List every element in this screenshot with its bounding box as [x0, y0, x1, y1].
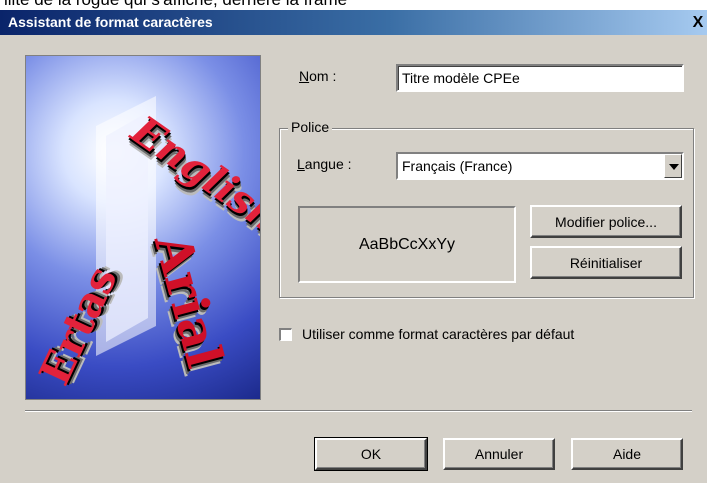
- ok-label: OK: [360, 446, 382, 462]
- dialog-body: English Arial Ertas Nom : Police Langue …: [0, 35, 707, 483]
- name-label-rest: om :: [309, 68, 337, 84]
- default-format-checkbox[interactable]: [279, 328, 292, 341]
- cancel-button[interactable]: Annuler: [443, 438, 555, 470]
- background-window-text: ilite de la rogue qui s'affiche, derrièr…: [0, 0, 707, 10]
- font-groupbox-label: Police: [288, 119, 333, 135]
- chevron-down-icon[interactable]: [664, 154, 682, 178]
- dialog-separator: [25, 410, 692, 412]
- cancel-label: Annuler: [474, 446, 524, 462]
- font-preview-text: AaBbCcXxYy: [358, 235, 456, 253]
- ok-button[interactable]: OK: [314, 437, 428, 471]
- fonts-illustration: English Arial Ertas: [25, 55, 261, 400]
- default-format-label[interactable]: Utiliser comme format caractères par déf…: [302, 326, 574, 342]
- dialog-title: Assistant de format caractères: [8, 14, 213, 30]
- close-icon[interactable]: X: [691, 14, 705, 31]
- dialog-title-bar[interactable]: Assistant de format caractères X: [0, 10, 707, 35]
- language-select[interactable]: Français (France): [396, 152, 684, 180]
- language-label: Langue :: [297, 156, 352, 172]
- modify-font-label: Modifier police...: [555, 213, 657, 230]
- name-input[interactable]: [396, 64, 684, 92]
- language-value: Français (France): [402, 158, 513, 174]
- name-label: Nom :: [299, 68, 337, 84]
- help-button[interactable]: Aide: [571, 438, 683, 470]
- reset-label: Réinitialiser: [569, 254, 643, 271]
- font-preview-box: AaBbCcXxYy: [298, 206, 516, 283]
- reset-button[interactable]: Réinitialiser: [530, 246, 682, 279]
- help-label: Aide: [612, 446, 642, 462]
- modify-font-button[interactable]: Modifier police...: [530, 205, 682, 238]
